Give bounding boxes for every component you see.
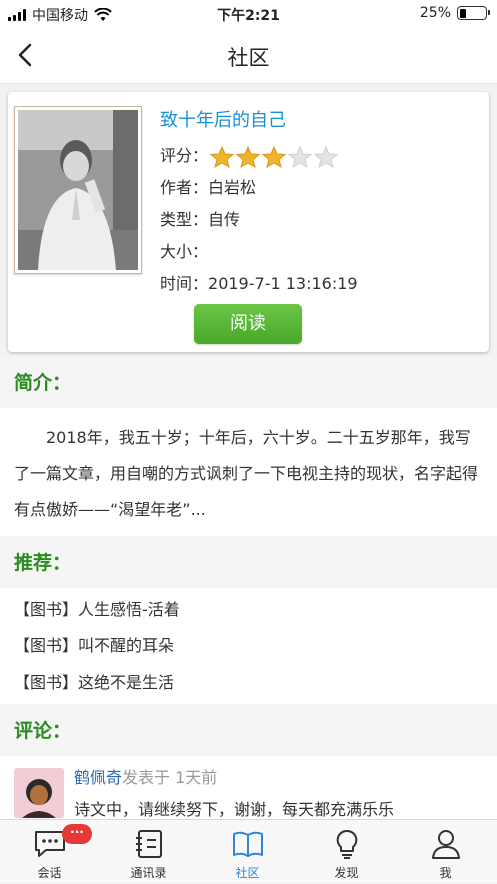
time-label: 时间：: [160, 274, 209, 293]
book-icon: [233, 831, 263, 857]
size-label: 大小：: [160, 242, 209, 261]
book-title[interactable]: 致十年后的自己: [160, 106, 286, 132]
book-cover[interactable]: [14, 106, 142, 274]
recommend-item[interactable]: 【图书】人生感悟-活着: [14, 596, 180, 620]
rating-row: 评分：: [160, 142, 339, 168]
battery-icon: [457, 6, 490, 20]
recommend-list: 【图书】人生感悟-活着 【图书】叫不醒的耳朵 【图书】这绝不是生活: [0, 588, 497, 704]
tab-bar: ··· 会话 通讯录 社区 发现 我: [0, 819, 497, 883]
recommend-heading: 推荐：: [14, 552, 72, 574]
comment-meta: 发表于 1天前: [122, 768, 218, 787]
comments-list: 鹤佩奇发表于 1天前 诗文中，请继续努下，谢谢，每天都充满乐乐: [0, 756, 497, 819]
tab-label: 会话: [37, 866, 62, 880]
intro-heading: 简介：: [14, 372, 72, 394]
book-card: 致十年后的自己 评分： 作者：白岩松 类型：自传 大小： 时间：2019-7-1…: [8, 92, 489, 352]
comments-heading: 评论：: [14, 720, 72, 742]
star-filled-icon: [210, 145, 235, 168]
contacts-icon: [136, 830, 162, 858]
author-label: 作者：: [160, 178, 209, 197]
avatar[interactable]: [14, 768, 64, 818]
type-value: 自传: [208, 210, 241, 229]
page-title: 社区: [227, 46, 270, 70]
status-right: 25%: [419, 5, 490, 21]
tab-chat[interactable]: ··· 会话: [0, 820, 99, 884]
comment-user[interactable]: 鹤佩奇: [74, 768, 122, 787]
recommend-item[interactable]: 【图书】这绝不是生活: [14, 669, 174, 693]
star-rating: [210, 145, 339, 168]
author-row: 作者：白岩松: [160, 174, 256, 198]
intro-text: 2018年，我五十岁；十年后，六十岁。二十五岁那年，我写了一篇文章，用自嘲的方式…: [14, 428, 479, 519]
tab-label: 通讯录: [130, 866, 167, 880]
tab-contacts[interactable]: 通讯录: [99, 820, 198, 884]
type-row: 类型：自传: [160, 206, 240, 230]
tab-me[interactable]: 我: [396, 820, 495, 884]
cover-photo: [18, 110, 138, 270]
unread-badge: ···: [62, 824, 92, 844]
author-value: 白岩松: [208, 178, 257, 197]
tab-label: 我: [439, 866, 452, 880]
time-row: 时间：2019-7-1 13:16:19: [160, 270, 358, 294]
comment-text: 诗文中，请继续努下，谢谢，每天都充满乐乐: [74, 800, 395, 819]
rating-label: 评分：: [160, 146, 209, 165]
tab-label: 发现: [334, 866, 359, 880]
bulb-icon: [336, 829, 358, 859]
recommend-item[interactable]: 【图书】叫不醒的耳朵: [14, 632, 174, 656]
user-icon: [432, 830, 460, 859]
star-filled-icon: [236, 145, 261, 168]
tab-discover[interactable]: 发现: [297, 820, 396, 884]
time-value: 2019-7-1 13:16:19: [208, 274, 358, 293]
comments-header: 评论：: [0, 704, 497, 756]
type-label: 类型：: [160, 210, 209, 229]
star-empty-icon: [288, 145, 313, 168]
nav-bar: 社区: [0, 28, 497, 84]
battery-percent: 25%: [419, 5, 451, 21]
status-bar: 中国移动 下午2:21 25%: [0, 0, 497, 28]
star-filled-icon: [262, 145, 287, 168]
intro-section: 2018年，我五十岁；十年后，六十岁。二十五岁那年，我写了一篇文章，用自嘲的方式…: [0, 408, 497, 536]
read-button[interactable]: 阅读: [194, 304, 302, 344]
size-row: 大小：: [160, 238, 208, 262]
tab-label: 社区: [235, 866, 260, 880]
recommend-header: 推荐：: [0, 536, 497, 588]
tab-community[interactable]: 社区: [198, 820, 297, 884]
intro-header: 简介：: [0, 356, 497, 408]
content-area[interactable]: 致十年后的自己 评分： 作者：白岩松 类型：自传 大小： 时间：2019-7-1…: [0, 84, 497, 819]
star-empty-icon: [314, 145, 339, 168]
